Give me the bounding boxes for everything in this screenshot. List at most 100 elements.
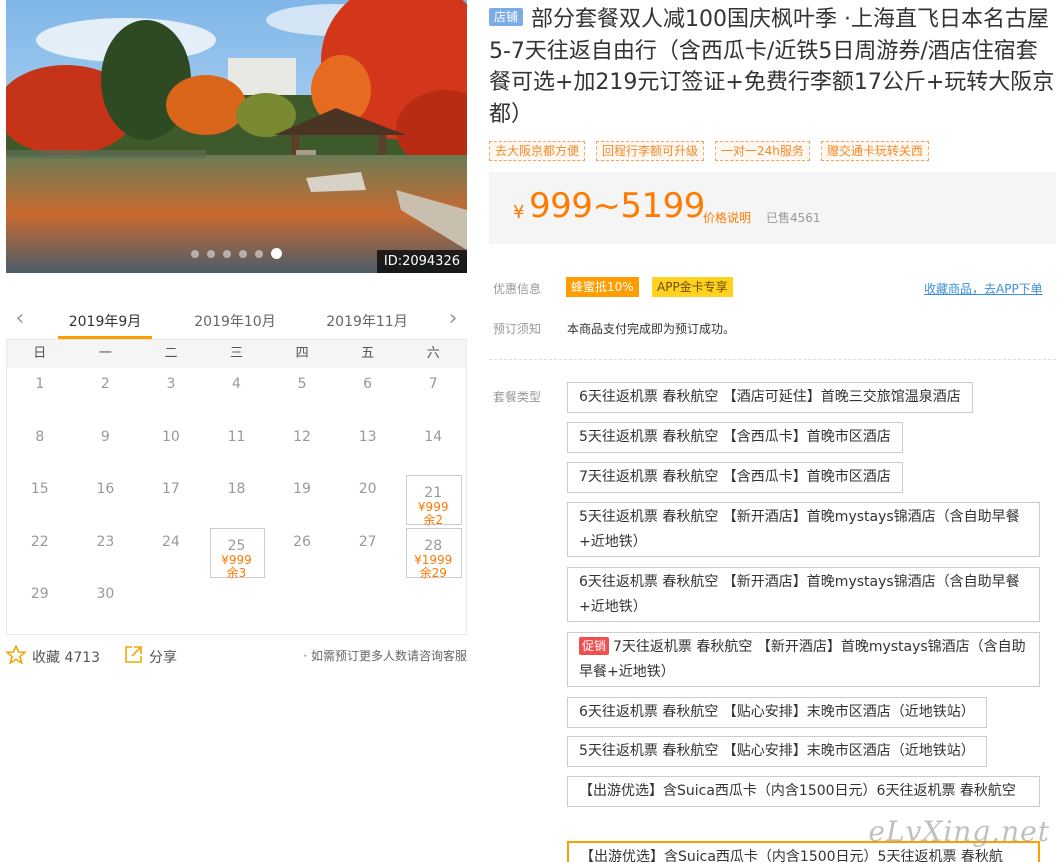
share-icon — [124, 645, 143, 668]
product-image[interactable]: ID:2094326 — [6, 0, 467, 273]
product-actions: 收藏 4713 分享 · 如需预订更多人数请咨询客服 — [4, 643, 467, 668]
day-number: 12 — [293, 428, 311, 445]
calendar-day[interactable]: 21 ¥999 余2 — [400, 473, 466, 527]
package-option-label: 【出游优选】含Suica西瓜卡（内含1500日元）6天往返机票 春秋航空 — [579, 783, 1016, 799]
package-option-promo[interactable]: 促销 7天往返机票 春秋航空 【新开酒店】首晚mystays锦酒店（含自助早餐+近… — [567, 632, 1040, 687]
day-number: 29 — [30, 586, 49, 603]
prev-month-arrow-icon[interactable]: ‹ — [10, 306, 30, 331]
calendar-day: 9 — [73, 421, 139, 474]
calendar-day: 10 — [138, 421, 204, 474]
calendar-day: 1 — [7, 368, 73, 421]
promo-app-gold-badge: APP金卡专享 — [652, 277, 733, 297]
day-number: 8 — [35, 428, 45, 445]
day-number: 28 — [424, 537, 443, 554]
garden-photo — [6, 0, 467, 273]
notice-label: 预订须知 — [493, 322, 542, 336]
day-number: 18 — [227, 481, 246, 498]
package-option[interactable]: 6天往返机票 春秋航空 【新开酒店】首晚mystays锦酒店（含自助早餐+近地铁… — [567, 567, 1040, 622]
calendar-day: 18 — [204, 473, 270, 526]
calendar-day: 13 — [335, 421, 401, 474]
next-month-arrow-icon[interactable]: › — [443, 306, 463, 331]
package-option[interactable]: 5天往返机票 春秋航空 【含西瓜卡】首晚市区酒店 — [567, 422, 903, 453]
calendar-day: 16 — [73, 473, 139, 526]
calendar-day: 4 — [204, 368, 270, 421]
calendar-day: 12 — [269, 421, 335, 474]
favorite-button[interactable]: 收藏 4713 — [4, 643, 100, 668]
day-number: 11 — [227, 428, 246, 445]
feature-tag: 回程行李额可升级 — [596, 141, 705, 161]
calendar-day: 26 — [269, 526, 335, 579]
day-number: 14 — [424, 428, 443, 445]
package-option-label: 5天往返机票 春秋航空 【新开酒店】首晚mystays锦酒店（含自助早餐+近地铁… — [579, 509, 1020, 550]
day-number: 6 — [363, 376, 373, 392]
day-price: ¥999 — [221, 552, 252, 567]
weekday-header: 日 一 二 三 四 五 六 — [7, 340, 466, 368]
tab-month-sep[interactable]: 2019年9月 — [58, 311, 152, 331]
package-option[interactable]: 5天往返机票 春秋航空 【贴心安排】末晚市区酒店（近地铁站） — [567, 736, 987, 767]
product-title-text: 部分套餐双人减100国庆枫叶季 ·上海直飞日本名古屋5-7天往返自由行（含西瓜卡… — [489, 7, 1055, 127]
package-option[interactable]: 6天往返机票 春秋航空 【酒店可延住】首晚三交旅馆温泉酒店 — [567, 382, 973, 413]
day-number: 4 — [232, 376, 241, 392]
package-option-label: 5天往返机票 春秋航空 【贴心安排】末晚市区酒店（近地铁站） — [579, 743, 975, 759]
carousel-dot[interactable] — [255, 249, 263, 258]
calendar-day: 7 — [400, 368, 466, 421]
weekday-label: 日 — [33, 346, 47, 361]
fav-go-app-link[interactable]: 收藏商品，去APP下单 — [924, 280, 1043, 297]
package-option[interactable]: 6天往返机票 春秋航空 【贴心安排】末晚市区酒店（近地铁站） — [567, 697, 987, 728]
carousel-dot-active[interactable] — [271, 248, 282, 259]
calendar-day: 20 — [335, 473, 401, 526]
day-number: 7 — [428, 376, 438, 392]
calendar-day: 6 — [335, 368, 401, 421]
package-option-label: 【出游优选】含Suica西瓜卡（内含1500日元）5天往返机票 春秋航 — [580, 849, 1003, 862]
carousel-dot[interactable] — [239, 249, 247, 258]
weekday-label: 五 — [361, 346, 375, 361]
calendar-day[interactable]: 25 ¥999 余3 — [204, 526, 270, 579]
site-watermark: eLvXing.net — [868, 815, 1050, 848]
price-explain-link[interactable]: 价格说明 — [703, 209, 751, 226]
calendar-day: 24 — [138, 526, 204, 579]
promo-badge: 促销 — [579, 637, 610, 655]
tab-month-oct[interactable]: 2019年10月 — [188, 311, 282, 331]
calendar-day: 2 — [73, 368, 139, 421]
package-option-label: 6天往返机票 春秋航空 【酒店可延住】首晚三交旅馆温泉酒店 — [579, 389, 961, 405]
calendar-day: 15 — [7, 473, 73, 526]
calendar-day: 8 — [7, 421, 73, 474]
day-number: 26 — [293, 533, 311, 550]
day-number: 25 — [227, 537, 246, 554]
calendar-day: 23 — [73, 526, 139, 579]
discount-label: 优惠信息 — [493, 282, 542, 296]
day-price: ¥1999 — [414, 552, 453, 567]
package-option-label: 6天往返机票 春秋航空 【新开酒店】首晚mystays锦酒店（含自助早餐+近地铁… — [579, 574, 1020, 615]
calendar-day: 22 — [7, 526, 73, 579]
package-option-label: 6天往返机票 春秋航空 【贴心安排】末晚市区酒店（近地铁站） — [579, 704, 975, 720]
carousel-dot[interactable] — [191, 249, 199, 258]
calendar-day[interactable]: 28 ¥1999 余29 — [400, 526, 466, 579]
calendar-day: 3 — [138, 368, 204, 421]
feature-tags: 去大阪京都方便 回程行李额可升级 一对一24h服务 赠交通卡玩转关西 — [489, 141, 929, 161]
sold-count: 已售4561 — [766, 211, 821, 225]
day-number: 1 — [35, 376, 45, 392]
package-option[interactable]: 7天往返机票 春秋航空 【含西瓜卡】首晚市区酒店 — [567, 462, 903, 493]
weekday-label: 四 — [295, 346, 309, 361]
promo-honey-badge: 蜂蜜抵10% — [566, 277, 639, 297]
calendar-day: 5 — [269, 368, 335, 421]
group-booking-tip: · 如需预订更多人数请咨询客服 — [303, 649, 467, 663]
carousel-dot[interactable] — [207, 249, 215, 258]
day-remaining: 余3 — [226, 565, 247, 580]
day-number: 19 — [293, 481, 311, 498]
calendar-day: 30 — [73, 578, 139, 631]
share-label: 分享 — [149, 649, 177, 666]
day-number: 27 — [358, 533, 377, 550]
share-button[interactable]: 分享 — [124, 645, 177, 668]
calendar-month-tabs: ‹ 2019年9月 2019年10月 2019年11月 › — [6, 300, 467, 340]
feature-tag: 一对一24h服务 — [715, 141, 810, 161]
price-range: 999~5199 — [529, 186, 705, 226]
package-option[interactable]: 5天往返机票 春秋航空 【新开酒店】首晚mystays锦酒店（含自助早餐+近地铁… — [567, 502, 1040, 557]
calendar-day: 17 — [138, 473, 204, 526]
carousel-dot[interactable] — [223, 249, 231, 258]
package-option[interactable]: 【出游优选】含Suica西瓜卡（内含1500日元）6天往返机票 春秋航空 — [567, 776, 1040, 807]
weekday-label: 二 — [164, 346, 178, 361]
price-box: ¥ 999~5199 价格说明 已售4561 — [489, 172, 1056, 244]
calendar-day: 19 — [269, 473, 335, 526]
tab-month-nov[interactable]: 2019年11月 — [320, 311, 414, 331]
